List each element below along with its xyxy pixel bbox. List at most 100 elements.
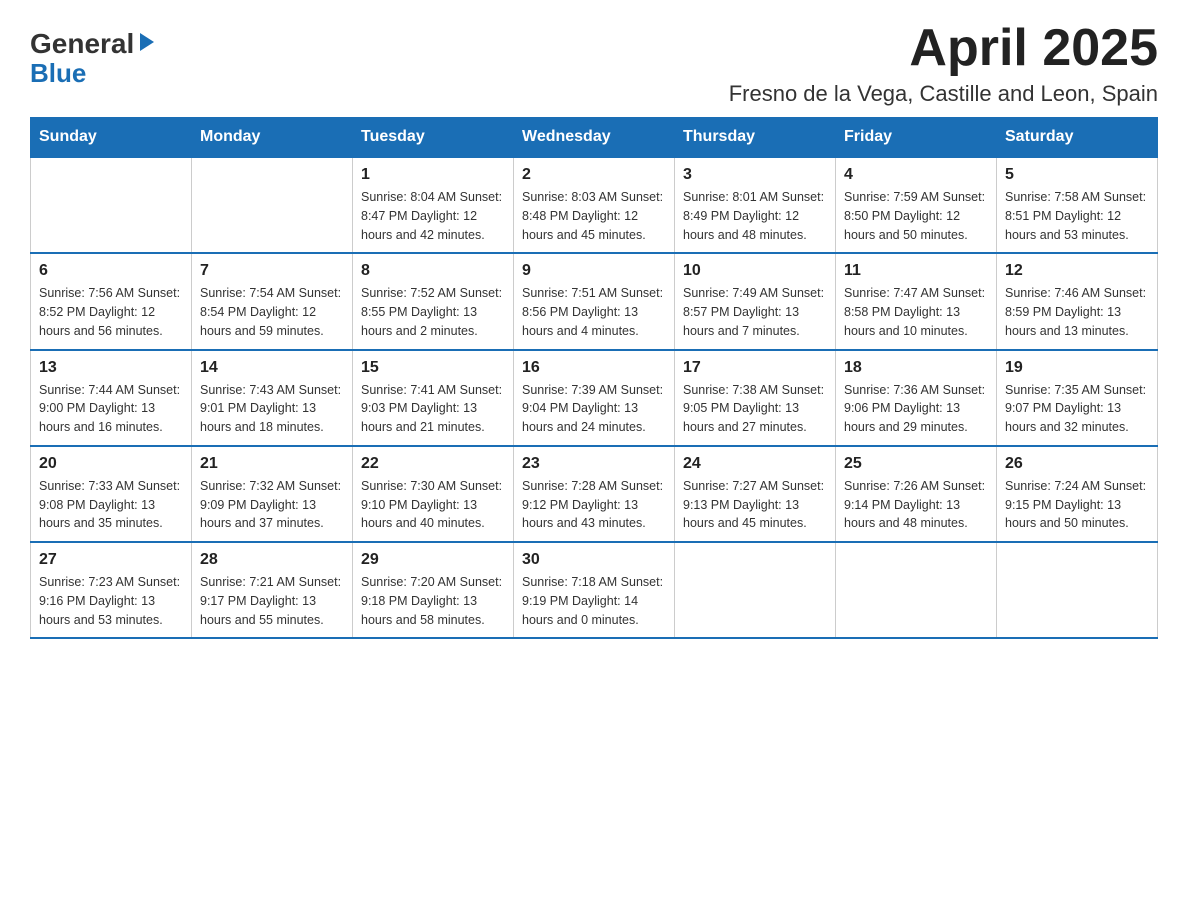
day-info: Sunrise: 7:18 AM Sunset: 9:19 PM Dayligh… — [522, 573, 666, 629]
day-info: Sunrise: 7:41 AM Sunset: 9:03 PM Dayligh… — [361, 381, 505, 437]
day-info: Sunrise: 7:26 AM Sunset: 9:14 PM Dayligh… — [844, 477, 988, 533]
day-number: 14 — [200, 359, 344, 377]
day-info: Sunrise: 8:01 AM Sunset: 8:49 PM Dayligh… — [683, 188, 827, 244]
day-info: Sunrise: 7:43 AM Sunset: 9:01 PM Dayligh… — [200, 381, 344, 437]
day-cell: 13 Sunrise: 7:44 AM Sunset: 9:00 PM Dayli… — [31, 350, 192, 446]
day-info: Sunrise: 7:39 AM Sunset: 9:04 PM Dayligh… — [522, 381, 666, 437]
day-cell: 28 Sunrise: 7:21 AM Sunset: 9:17 PM Dayli… — [192, 542, 353, 638]
day-info: Sunrise: 7:44 AM Sunset: 9:00 PM Dayligh… — [39, 381, 183, 437]
day-number: 19 — [1005, 359, 1149, 377]
week-row: 1 Sunrise: 8:04 AM Sunset: 8:47 PM Daylig… — [31, 157, 1158, 253]
day-info: Sunrise: 8:04 AM Sunset: 8:47 PM Dayligh… — [361, 188, 505, 244]
week-row: 20 Sunrise: 7:33 AM Sunset: 9:08 PM Dayli… — [31, 446, 1158, 542]
day-number: 20 — [39, 455, 183, 473]
day-number: 9 — [522, 262, 666, 280]
day-cell: 20 Sunrise: 7:33 AM Sunset: 9:08 PM Dayli… — [31, 446, 192, 542]
day-number: 30 — [522, 551, 666, 569]
day-cell: 19 Sunrise: 7:35 AM Sunset: 9:07 PM Dayli… — [997, 350, 1158, 446]
day-cell: 5 Sunrise: 7:58 AM Sunset: 8:51 PM Daylig… — [997, 157, 1158, 253]
week-row: 27Sunrise: 7:23 AM Sunset: 9:16 PM Dayli… — [31, 542, 1158, 638]
day-info: Sunrise: 7:59 AM Sunset: 8:50 PM Dayligh… — [844, 188, 988, 244]
day-number: 3 — [683, 166, 827, 184]
logo: General Blue — [30, 20, 158, 86]
day-number: 24 — [683, 455, 827, 473]
day-number: 22 — [361, 455, 505, 473]
header-cell-friday: Friday — [836, 118, 997, 158]
day-number: 6 — [39, 262, 183, 280]
day-info: Sunrise: 7:35 AM Sunset: 9:07 PM Dayligh… — [1005, 381, 1149, 437]
day-cell: 10 Sunrise: 7:49 AM Sunset: 8:57 PM Dayli… — [675, 253, 836, 349]
day-info: Sunrise: 7:49 AM Sunset: 8:57 PM Dayligh… — [683, 284, 827, 340]
day-cell — [836, 542, 997, 638]
day-cell — [31, 157, 192, 253]
day-cell: 27Sunrise: 7:23 AM Sunset: 9:16 PM Dayli… — [31, 542, 192, 638]
day-cell: 4 Sunrise: 7:59 AM Sunset: 8:50 PM Daylig… — [836, 157, 997, 253]
day-info: Sunrise: 7:27 AM Sunset: 9:13 PM Dayligh… — [683, 477, 827, 533]
day-number: 10 — [683, 262, 827, 280]
day-cell: 25 Sunrise: 7:26 AM Sunset: 9:14 PM Dayli… — [836, 446, 997, 542]
day-cell: 16 Sunrise: 7:39 AM Sunset: 9:04 PM Dayli… — [514, 350, 675, 446]
header-row: SundayMondayTuesdayWednesdayThursdayFrid… — [31, 118, 1158, 158]
week-row: 6 Sunrise: 7:56 AM Sunset: 8:52 PM Daylig… — [31, 253, 1158, 349]
day-number: 12 — [1005, 262, 1149, 280]
week-row: 13 Sunrise: 7:44 AM Sunset: 9:00 PM Dayli… — [31, 350, 1158, 446]
day-number: 28 — [200, 551, 344, 569]
day-info: Sunrise: 7:51 AM Sunset: 8:56 PM Dayligh… — [522, 284, 666, 340]
header-cell-sunday: Sunday — [31, 118, 192, 158]
day-number: 1 — [361, 166, 505, 184]
logo-arrow-icon — [136, 31, 158, 53]
day-number: 29 — [361, 551, 505, 569]
day-info: Sunrise: 8:03 AM Sunset: 8:48 PM Dayligh… — [522, 188, 666, 244]
calendar-subtitle: Fresno de la Vega, Castille and Leon, Sp… — [729, 81, 1158, 107]
day-info: Sunrise: 7:47 AM Sunset: 8:58 PM Dayligh… — [844, 284, 988, 340]
day-info: Sunrise: 7:56 AM Sunset: 8:52 PM Dayligh… — [39, 284, 183, 340]
day-number: 2 — [522, 166, 666, 184]
day-cell: 14 Sunrise: 7:43 AM Sunset: 9:01 PM Dayli… — [192, 350, 353, 446]
day-cell: 24 Sunrise: 7:27 AM Sunset: 9:13 PM Dayli… — [675, 446, 836, 542]
day-number: 16 — [522, 359, 666, 377]
day-info: Sunrise: 7:32 AM Sunset: 9:09 PM Dayligh… — [200, 477, 344, 533]
day-cell: 7Sunrise: 7:54 AM Sunset: 8:54 PM Daylig… — [192, 253, 353, 349]
day-info: Sunrise: 7:21 AM Sunset: 9:17 PM Dayligh… — [200, 573, 344, 629]
day-info: Sunrise: 7:33 AM Sunset: 9:08 PM Dayligh… — [39, 477, 183, 533]
day-number: 4 — [844, 166, 988, 184]
day-number: 5 — [1005, 166, 1149, 184]
day-number: 25 — [844, 455, 988, 473]
day-number: 8 — [361, 262, 505, 280]
day-info: Sunrise: 7:20 AM Sunset: 9:18 PM Dayligh… — [361, 573, 505, 629]
title-area: April 2025 Fresno de la Vega, Castille a… — [729, 20, 1158, 107]
day-info: Sunrise: 7:38 AM Sunset: 9:05 PM Dayligh… — [683, 381, 827, 437]
day-info: Sunrise: 7:52 AM Sunset: 8:55 PM Dayligh… — [361, 284, 505, 340]
day-cell: 11Sunrise: 7:47 AM Sunset: 8:58 PM Dayli… — [836, 253, 997, 349]
day-cell: 9 Sunrise: 7:51 AM Sunset: 8:56 PM Daylig… — [514, 253, 675, 349]
day-cell: 8 Sunrise: 7:52 AM Sunset: 8:55 PM Daylig… — [353, 253, 514, 349]
day-number: 27 — [39, 551, 183, 569]
header-cell-saturday: Saturday — [997, 118, 1158, 158]
day-cell: 23 Sunrise: 7:28 AM Sunset: 9:12 PM Dayli… — [514, 446, 675, 542]
day-cell: 18 Sunrise: 7:36 AM Sunset: 9:06 PM Dayli… — [836, 350, 997, 446]
header: General Blue April 2025 Fresno de la Veg… — [30, 20, 1158, 107]
day-info: Sunrise: 7:36 AM Sunset: 9:06 PM Dayligh… — [844, 381, 988, 437]
header-cell-wednesday: Wednesday — [514, 118, 675, 158]
calendar-table: SundayMondayTuesdayWednesdayThursdayFrid… — [30, 117, 1158, 639]
day-number: 7 — [200, 262, 344, 280]
logo-blue: Blue — [30, 60, 86, 86]
day-cell: 2 Sunrise: 8:03 AM Sunset: 8:48 PM Daylig… — [514, 157, 675, 253]
day-cell: 15 Sunrise: 7:41 AM Sunset: 9:03 PM Dayli… — [353, 350, 514, 446]
day-number: 13 — [39, 359, 183, 377]
day-number: 15 — [361, 359, 505, 377]
day-cell: 3 Sunrise: 8:01 AM Sunset: 8:49 PM Daylig… — [675, 157, 836, 253]
day-cell: 22 Sunrise: 7:30 AM Sunset: 9:10 PM Dayli… — [353, 446, 514, 542]
day-info: Sunrise: 7:28 AM Sunset: 9:12 PM Dayligh… — [522, 477, 666, 533]
day-cell: 21Sunrise: 7:32 AM Sunset: 9:09 PM Dayli… — [192, 446, 353, 542]
day-info: Sunrise: 7:24 AM Sunset: 9:15 PM Dayligh… — [1005, 477, 1149, 533]
day-cell: 30 Sunrise: 7:18 AM Sunset: 9:19 PM Dayli… — [514, 542, 675, 638]
day-number: 18 — [844, 359, 988, 377]
day-cell: 26Sunrise: 7:24 AM Sunset: 9:15 PM Dayli… — [997, 446, 1158, 542]
day-cell: 29 Sunrise: 7:20 AM Sunset: 9:18 PM Dayli… — [353, 542, 514, 638]
day-info: Sunrise: 7:30 AM Sunset: 9:10 PM Dayligh… — [361, 477, 505, 533]
day-cell: 12Sunrise: 7:46 AM Sunset: 8:59 PM Dayli… — [997, 253, 1158, 349]
day-number: 23 — [522, 455, 666, 473]
day-number: 17 — [683, 359, 827, 377]
day-info: Sunrise: 7:58 AM Sunset: 8:51 PM Dayligh… — [1005, 188, 1149, 244]
